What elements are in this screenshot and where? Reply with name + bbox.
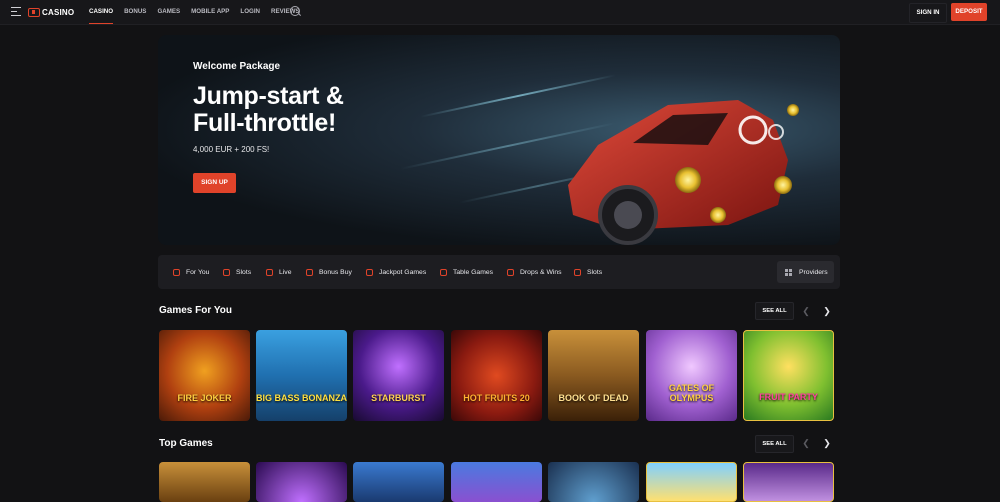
game-title: BOOK OF DEAD xyxy=(558,393,629,403)
providers-button[interactable]: Providers xyxy=(777,261,834,283)
providers-label: Providers xyxy=(799,268,828,276)
main-nav: CASINO BONUS GAMES MOBILE APP LOGIN REVI… xyxy=(89,0,311,24)
games-for-you-title: Games For You xyxy=(159,305,232,316)
game-tile[interactable] xyxy=(743,462,834,502)
game-tile[interactable]: BIG BASS BONANZA xyxy=(256,330,347,421)
menu-icon[interactable] xyxy=(11,7,21,16)
category-label: Slots xyxy=(236,268,252,276)
hero-title: Jump-start & Full-throttle! xyxy=(193,83,344,137)
game-title: STARBURST xyxy=(371,393,426,403)
top-navigation-bar: CASINO CASINO BONUS GAMES MOBILE APP LOG… xyxy=(0,0,1000,25)
game-title: BIG BASS BONANZA xyxy=(256,393,347,403)
category-bonus-buy[interactable]: Bonus Buy xyxy=(306,255,352,289)
category-label: Slots xyxy=(587,268,603,276)
jackpot-icon xyxy=(366,268,373,276)
category-label: Jackpot Games xyxy=(379,268,427,276)
game-tile[interactable] xyxy=(451,462,542,502)
chevron-right-icon[interactable]: ❯ xyxy=(819,303,835,319)
game-tile[interactable]: STARBURST xyxy=(353,330,444,421)
logo-text: CASINO xyxy=(42,7,75,17)
live-icon xyxy=(266,268,273,276)
game-tile[interactable] xyxy=(159,462,250,502)
game-tile[interactable]: GATES OF OLYMPUS xyxy=(646,330,737,421)
see-all-button[interactable]: SEE ALL xyxy=(755,302,794,320)
chevron-left-icon[interactable]: ❮ xyxy=(798,435,814,451)
game-tile[interactable]: FRUIT PARTY xyxy=(743,330,834,421)
category-label: Live xyxy=(279,268,292,276)
category-table-games[interactable]: Table Games xyxy=(440,255,493,289)
nav-casino[interactable]: CASINO xyxy=(89,0,114,24)
game-title: GATES OF OLYMPUS xyxy=(668,383,715,403)
chevron-right-icon[interactable]: ❯ xyxy=(819,435,835,451)
category-for-you[interactable]: For You xyxy=(173,255,209,289)
hero-offer: 4,000 EUR + 200 FS! xyxy=(193,145,270,154)
game-tile[interactable]: HOT FRUITS 20 xyxy=(451,330,542,421)
deposit-button[interactable]: DEPOSIT xyxy=(951,3,987,21)
category-label: Bonus Buy xyxy=(319,268,352,276)
game-tile[interactable]: FIRE JOKER xyxy=(159,330,250,421)
sign-up-button[interactable]: SIGN UP xyxy=(193,173,236,193)
chevron-left-icon[interactable]: ❮ xyxy=(798,303,814,319)
table-games-icon xyxy=(440,268,447,276)
nav-bonus[interactable]: BONUS xyxy=(124,0,146,24)
category-bar: For You Slots Live Bonus Buy Jackpot Gam… xyxy=(158,255,840,289)
category-slots[interactable]: Slots xyxy=(223,255,251,289)
game-tile[interactable] xyxy=(548,462,639,502)
category-label: Drops & Wins xyxy=(520,268,562,276)
game-title: FIRE JOKER xyxy=(177,393,232,403)
drops-wins-icon xyxy=(507,268,514,276)
game-tile[interactable] xyxy=(646,462,737,502)
hero-subtitle: Welcome Package xyxy=(193,61,281,72)
nav-mobile-app[interactable]: MOBILE APP xyxy=(191,0,229,24)
see-all-button[interactable]: SEE ALL xyxy=(755,435,794,453)
hero-title-line-1: Jump-start & xyxy=(193,82,344,110)
game-title: HOT FRUITS 20 xyxy=(463,393,530,403)
slots-icon xyxy=(574,268,581,276)
for-you-icon xyxy=(173,268,180,276)
search-icon[interactable] xyxy=(290,6,300,16)
game-tile[interactable] xyxy=(353,462,444,502)
category-jackpot-games[interactable]: Jackpot Games xyxy=(366,255,426,289)
hero-title-line-2: Full-throttle! xyxy=(193,109,336,137)
category-label: Table Games xyxy=(453,268,494,276)
game-tile[interactable]: BOOK OF DEAD xyxy=(548,330,639,421)
nav-games[interactable]: GAMES xyxy=(157,0,180,24)
sign-in-button[interactable]: SIGN IN xyxy=(909,3,947,23)
game-title: FRUIT PARTY xyxy=(759,392,818,402)
hero-banner[interactable]: Welcome Package Jump-start & Full-thrott… xyxy=(158,35,840,245)
category-label: For You xyxy=(186,268,210,276)
category-live[interactable]: Live xyxy=(266,255,291,289)
logo-mark-icon xyxy=(28,7,40,17)
category-slots-2[interactable]: Slots xyxy=(574,255,602,289)
casino-logo[interactable]: CASINO xyxy=(28,6,74,18)
top-games-title: Top Games xyxy=(159,438,213,449)
game-tile[interactable] xyxy=(256,462,347,502)
nav-login[interactable]: LOGIN xyxy=(240,0,260,24)
bonus-buy-icon xyxy=(306,268,313,276)
category-drops-wins[interactable]: Drops & Wins xyxy=(507,255,562,289)
sports-car-image xyxy=(568,100,799,245)
slots-icon xyxy=(223,268,230,276)
grid-icon xyxy=(785,268,792,276)
